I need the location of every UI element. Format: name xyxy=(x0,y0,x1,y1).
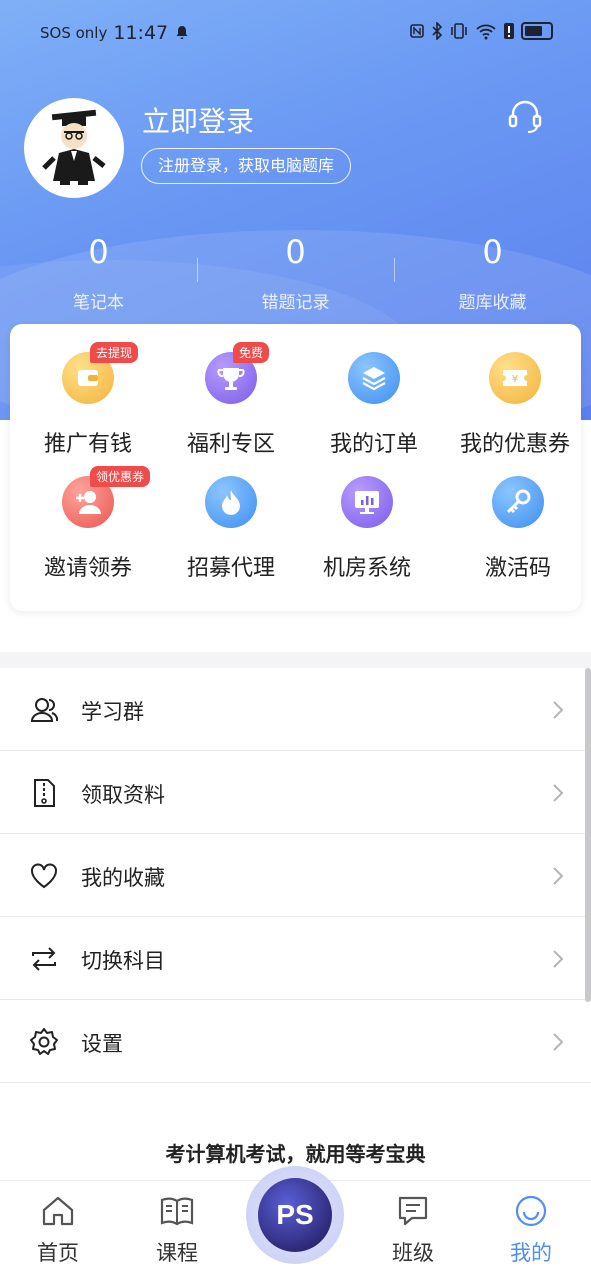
trophy-icon: 免费 xyxy=(205,342,270,404)
slogan: 考计算机考试，就用等考宝典 xyxy=(165,1142,426,1166)
scholar-avatar-icon xyxy=(42,109,106,185)
divider xyxy=(197,258,198,282)
menu-item-get-materials[interactable]: 领取资料 xyxy=(0,751,591,834)
tab-label: 我的 xyxy=(510,1241,552,1265)
gear-icon xyxy=(30,1028,58,1055)
svg-text:¥: ¥ xyxy=(512,374,518,385)
tab-home[interactable]: 首页 xyxy=(18,1191,98,1267)
tab-ps-center[interactable]: PS xyxy=(246,1166,344,1264)
tab-class[interactable]: 班级 xyxy=(373,1191,453,1267)
feature-promote[interactable]: 去提现 推广有钱 xyxy=(13,342,163,458)
book-icon xyxy=(160,1197,194,1226)
badge: 免费 xyxy=(233,342,270,363)
group-icon xyxy=(30,698,59,722)
chevron-right-icon xyxy=(553,867,564,885)
feature-lab-system[interactable]: 机房系统 xyxy=(292,476,442,582)
feature-label: 我的订单 xyxy=(329,432,418,457)
feature-orders[interactable]: 我的订单 xyxy=(299,352,449,458)
stat-value: 0 xyxy=(482,233,503,271)
battery-icon xyxy=(521,22,553,40)
add-user-icon: 领优惠券 xyxy=(62,466,151,528)
scrollbar[interactable] xyxy=(585,668,591,1002)
tab-mine[interactable]: 我的 xyxy=(491,1191,571,1267)
feature-label: 福利专区 xyxy=(186,432,275,457)
message-icon xyxy=(398,1196,428,1226)
wallet-icon: 去提现 xyxy=(62,342,139,404)
badge: 领优惠券 xyxy=(90,466,151,487)
menu-label: 领取资料 xyxy=(81,783,165,807)
layers-icon xyxy=(348,352,400,404)
divider xyxy=(394,258,395,282)
register-button[interactable]: 注册登录，获取电脑题库 xyxy=(141,148,352,184)
headset-icon[interactable] xyxy=(505,96,545,136)
chevron-right-icon xyxy=(553,1033,564,1051)
menu-item-settings[interactable]: 设置 xyxy=(0,1000,591,1083)
file-icon xyxy=(34,779,55,807)
section-gap xyxy=(0,652,591,668)
chevron-right-icon xyxy=(553,950,564,968)
stat-label: 错题记录 xyxy=(261,293,330,313)
alert-icon xyxy=(504,23,514,39)
stat-wrong-records[interactable]: 0 错题记录 xyxy=(197,232,394,322)
coupon-icon: ¥ xyxy=(489,352,541,404)
heart-icon xyxy=(31,863,57,889)
feature-label: 机房系统 xyxy=(322,556,411,581)
badge: 去提现 xyxy=(90,342,139,363)
menu-label: 设置 xyxy=(81,1032,123,1056)
vibrate-icon xyxy=(451,23,467,39)
feature-label: 激活码 xyxy=(484,556,551,581)
tab-courses[interactable]: 课程 xyxy=(137,1191,217,1267)
feature-recruit[interactable]: 招募代理 xyxy=(156,476,306,582)
stat-favorites[interactable]: 0 题库收藏 xyxy=(394,232,591,322)
switch-icon xyxy=(32,947,56,971)
menu-label: 切换科目 xyxy=(81,949,165,973)
monitor-icon xyxy=(341,476,393,528)
ps-logo-icon: PS xyxy=(258,1178,332,1252)
settings-menu: 学习群 领取资料 我的收藏 切换科目 设置 xyxy=(0,668,591,1083)
stat-label: 笔记本 xyxy=(73,293,124,313)
menu-item-switch-subject[interactable]: 切换科目 xyxy=(0,917,591,1000)
feature-invite[interactable]: 领优惠券 邀请领券 xyxy=(13,466,163,582)
feature-coupons[interactable]: ¥ 我的优惠券 xyxy=(440,352,590,458)
home-icon xyxy=(42,1196,74,1226)
tab-label: 首页 xyxy=(37,1241,79,1265)
clock: 11:47 xyxy=(113,22,169,44)
stat-value: 0 xyxy=(285,233,306,271)
tab-label: 班级 xyxy=(392,1241,434,1265)
menu-item-my-favorites[interactable]: 我的收藏 xyxy=(0,834,591,917)
smile-icon xyxy=(515,1195,547,1227)
feature-label: 邀请领券 xyxy=(43,556,132,581)
stat-notebook[interactable]: 0 笔记本 xyxy=(0,232,197,322)
stats-row: 0 笔记本 0 错题记录 0 题库收藏 xyxy=(0,232,591,322)
avatar[interactable] xyxy=(24,98,124,198)
feature-label: 招募代理 xyxy=(186,556,275,581)
status-bar: SOS only 11:47 xyxy=(0,0,591,66)
menu-item-study-group[interactable]: 学习群 xyxy=(0,668,591,751)
wifi-icon xyxy=(476,24,496,40)
feature-label: 推广有钱 xyxy=(43,432,132,457)
chevron-right-icon xyxy=(553,784,564,802)
stat-value: 0 xyxy=(88,233,109,271)
carrier-label: SOS only xyxy=(40,24,108,42)
key-icon xyxy=(492,476,544,528)
flame-icon xyxy=(205,476,257,528)
feature-activation-code[interactable]: 激活码 xyxy=(443,476,591,582)
menu-label: 学习群 xyxy=(81,700,144,724)
feature-label: 我的优惠券 xyxy=(459,432,570,457)
tab-label: 课程 xyxy=(156,1241,198,1265)
nfc-icon xyxy=(410,24,424,38)
menu-label: 我的收藏 xyxy=(81,866,165,890)
feature-card: 去提现 推广有钱 免费 福利专区 我的订单 ¥ 我的优惠券 领优惠券 邀请领券 … xyxy=(10,324,581,611)
bluetooth-icon xyxy=(432,22,443,40)
feature-welfare[interactable]: 免费 福利专区 xyxy=(156,342,306,458)
chevron-right-icon xyxy=(553,701,564,719)
login-title[interactable]: 立即登录 xyxy=(142,100,254,140)
stat-label: 题库收藏 xyxy=(458,293,527,313)
bell-icon xyxy=(176,26,188,39)
